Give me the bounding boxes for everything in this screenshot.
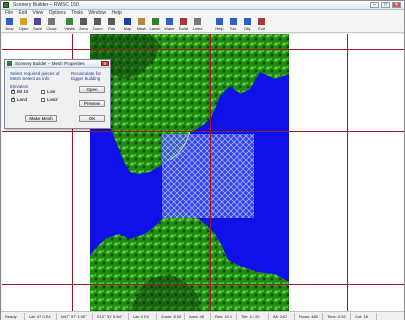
status-panel-5: Zoom: 8.00 <box>159 313 185 320</box>
status-panel-6: Area: 45 <box>187 313 211 320</box>
grid-line-h2 <box>2 131 404 132</box>
option-land-checkbox[interactable] <box>11 98 15 102</box>
status-bar: Ready Lat: 47.0 E4 N47° 57' 4.00" E12° 31' … <box>1 311 404 320</box>
terrain-map[interactable] <box>90 34 289 311</box>
preview-button[interactable]: Preview <box>79 100 105 107</box>
menu-file[interactable]: File <box>5 10 13 17</box>
menu-help[interactable]: Help <box>112 10 122 17</box>
option-bit16-label: Bit 16 <box>17 89 29 94</box>
mesh-icon <box>138 18 145 25</box>
dialog-close-button[interactable]: ✕ <box>101 61 109 66</box>
select-icon <box>230 18 237 25</box>
status-panel-0: Ready <box>3 313 25 320</box>
ok-button[interactable]: OK <box>79 115 105 122</box>
option-low2-checkbox[interactable] <box>41 98 45 102</box>
minimize-button[interactable]: – <box>370 2 379 8</box>
area-icon <box>80 18 87 25</box>
option-low-label: Low <box>47 89 56 94</box>
status-panel-4: Lat: 0 E0 <box>131 313 157 320</box>
status-panel-1: Lat: 47.0 E4 <box>27 313 57 320</box>
open-icon <box>20 18 27 25</box>
menu-edit[interactable]: Edit <box>18 10 27 17</box>
dialog-app-icon <box>7 61 12 66</box>
save-icon <box>34 18 41 25</box>
object-icon <box>244 18 251 25</box>
toolbar-button-close[interactable]: Close <box>45 18 58 32</box>
close-button[interactable]: ✕ <box>392 2 401 8</box>
dialog-title: Scenery Builder – Mesh Properties <box>15 61 85 66</box>
dialog-heading-2: Mesh Select as Info <box>10 76 50 81</box>
grid-line-h3 <box>2 284 404 285</box>
new-icon <box>6 18 13 25</box>
application-window: Scenery Builder – RWSC 150 – □ ✕ File Ed… <box>0 0 405 320</box>
toolbar-button-pan[interactable]: Pan <box>105 18 118 32</box>
build-icon <box>180 18 187 25</box>
toolbar-button-lines[interactable]: Lines <box>191 18 204 32</box>
dialog-right-text-2: bigger building <box>71 76 101 81</box>
status-panel-3: E12° 31' 5.64" <box>95 313 129 320</box>
toolbar-button-label: Lines <box>192 26 203 31</box>
status-panel-9: Alt: 240 <box>271 313 295 320</box>
option-bit16-checkbox[interactable] <box>11 90 15 94</box>
status-panel-10: Rows: 480 <box>297 313 323 320</box>
window-title: Scenery Builder – RWSC 150 <box>13 2 79 8</box>
maximize-button[interactable]: □ <box>381 2 390 8</box>
toolbar-button-label: Exit <box>258 26 265 31</box>
option-low-checkbox[interactable] <box>41 90 45 94</box>
mesh-properties-dialog: Scenery Builder – Mesh Properties ✕ Sele… <box>4 59 111 129</box>
toolbar-button-label: Pan <box>107 26 116 31</box>
status-panel-8: Tile: 4 / 20 <box>239 313 269 320</box>
make-mesh-button[interactable]: Make Mesh <box>25 115 57 122</box>
selection-area <box>162 134 254 218</box>
menu-bar: File Edit View Options Tools Window Help <box>1 10 404 17</box>
option-land-label: Land <box>17 97 28 102</box>
pan-icon <box>108 18 115 25</box>
water-icon <box>166 18 173 25</box>
menu-window[interactable]: Window <box>88 10 106 17</box>
zoom-icon <box>94 18 101 25</box>
status-panel-12: Cnt: 18 <box>353 313 377 320</box>
toolbar: New Open Save Close Views Area Zoom Pan Map Mesh L… <box>1 17 404 33</box>
grid-line-h1 <box>2 49 404 50</box>
status-panel-7: Res: 19.1 <box>213 313 237 320</box>
grid-line-v2 <box>210 34 211 311</box>
views-icon <box>66 18 73 25</box>
close-file-icon <box>48 18 55 25</box>
status-panel-11: Time: 0.52 <box>325 313 351 320</box>
exit-icon <box>258 18 265 25</box>
title-bar: Scenery Builder – RWSC 150 – □ ✕ <box>1 1 404 10</box>
option-low2-label: Low2 <box>47 97 58 102</box>
toolbar-button-label: Close <box>46 26 57 31</box>
lines-icon <box>194 18 201 25</box>
toolbar-button-exit[interactable]: Exit <box>255 18 268 32</box>
app-icon <box>3 2 9 8</box>
status-panel-2: N47° 57' 4.00" <box>59 313 93 320</box>
dialog-title-bar: Scenery Builder – Mesh Properties ✕ <box>5 60 110 68</box>
open-button[interactable]: Open <box>79 86 105 93</box>
menu-options[interactable]: Options <box>49 10 66 17</box>
map-icon <box>124 18 131 25</box>
menu-tools[interactable]: Tools <box>71 10 83 17</box>
landclass-icon <box>152 18 159 25</box>
menu-view[interactable]: View <box>32 10 43 17</box>
help-icon <box>216 18 223 25</box>
grid-line-v3 <box>347 34 348 311</box>
